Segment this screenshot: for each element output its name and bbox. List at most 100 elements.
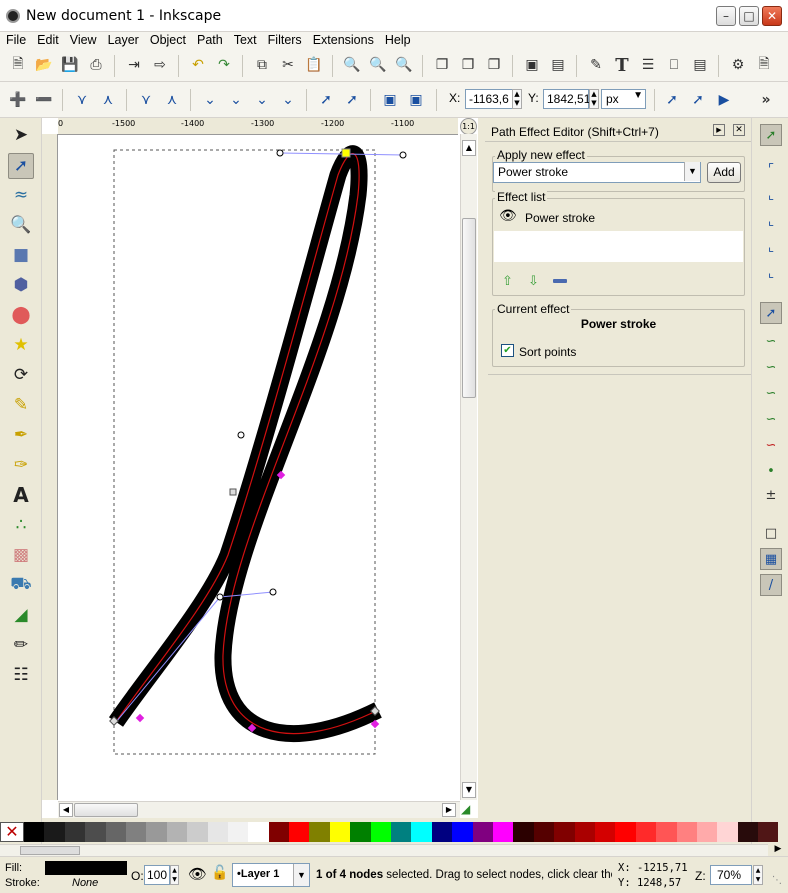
menu-help[interactable]: Help xyxy=(379,32,416,47)
x-coordinate-input[interactable]: -1163,6 xyxy=(465,89,513,109)
cusp-node-icon[interactable]: ⌄ xyxy=(200,90,220,110)
spiral-tool-icon[interactable]: ⟳ xyxy=(8,362,34,388)
add-effect-button[interactable]: Add xyxy=(707,162,741,183)
palette-scrollbar[interactable] xyxy=(0,844,768,856)
menu-object[interactable]: Object xyxy=(144,32,191,47)
color-swatch[interactable] xyxy=(635,822,657,842)
join-segment-icon[interactable]: ⋎ xyxy=(136,90,156,110)
remove-effect-icon[interactable] xyxy=(553,279,567,283)
menu-view[interactable]: View xyxy=(64,32,102,47)
object-to-path-icon[interactable]: ▣ xyxy=(380,90,400,110)
gradient-tool-icon[interactable]: ◢ xyxy=(8,602,34,628)
fill-stroke-icon[interactable]: ✎ xyxy=(586,55,606,75)
align-distribute-icon[interactable]: ▤ xyxy=(690,55,710,75)
open-icon[interactable]: 📂 xyxy=(34,55,54,75)
paint-bucket-tool-icon[interactable]: ⛟ xyxy=(8,572,34,598)
snap-bbox-corner-icon[interactable]: ⌞ xyxy=(760,210,782,232)
color-swatch[interactable] xyxy=(44,822,65,842)
drawing-svg[interactable] xyxy=(58,135,460,801)
snap-rotation-centers-icon[interactable]: ± xyxy=(760,484,782,506)
opacity-input[interactable]: 100 xyxy=(144,865,170,885)
color-swatch[interactable] xyxy=(411,822,432,842)
handle-point[interactable] xyxy=(276,149,284,157)
panel-close-icon[interactable]: ✕ xyxy=(733,124,745,136)
color-swatch[interactable] xyxy=(64,822,86,842)
snap-smooth-nodes-icon[interactable]: ∽ xyxy=(760,408,782,430)
rectangle-tool-icon[interactable]: ■ xyxy=(8,242,34,268)
xml-editor-icon[interactable]: ⎕ xyxy=(664,55,684,75)
scroll-left-arrow-icon[interactable]: ◀ xyxy=(59,803,73,817)
document-properties-icon[interactable]: 🗎 xyxy=(754,55,774,75)
text-tool-icon[interactable]: A xyxy=(8,482,34,508)
color-swatch[interactable] xyxy=(554,822,575,842)
dropper-tool-icon[interactable]: ✏ xyxy=(8,632,34,658)
snap-bbox-center-icon[interactable]: ⌞ xyxy=(760,262,782,284)
make-line-icon[interactable]: ➚ xyxy=(316,90,336,110)
handle-point[interactable] xyxy=(237,431,245,439)
preferences-icon[interactable]: ⚙ xyxy=(728,55,748,75)
new-document-icon[interactable]: 🗎 xyxy=(8,55,28,75)
ungroup-icon[interactable]: ▤ xyxy=(548,55,568,75)
color-swatch[interactable] xyxy=(24,822,45,842)
snap-bbox-icon[interactable]: ⌜ xyxy=(760,158,782,180)
pen-tool-icon[interactable]: ✒ xyxy=(8,422,34,448)
menu-filters[interactable]: Filters xyxy=(262,32,307,47)
eraser-tool-icon[interactable]: ▩ xyxy=(8,542,34,568)
paste-icon[interactable]: 📋 xyxy=(304,55,324,75)
break-path-icon[interactable]: ⋏ xyxy=(98,90,118,110)
color-swatch[interactable] xyxy=(166,822,188,842)
snap-grids-icon[interactable]: ▦ xyxy=(760,548,782,570)
snap-page-border-icon[interactable]: □ xyxy=(760,522,782,544)
color-swatch[interactable] xyxy=(227,822,249,842)
cut-icon[interactable]: ✂ xyxy=(278,55,298,75)
group-icon[interactable]: ▣ xyxy=(522,55,542,75)
menu-edit[interactable]: Edit xyxy=(31,32,64,47)
color-swatch[interactable] xyxy=(594,822,616,842)
power-stroke-shape[interactable] xyxy=(108,145,382,742)
ellipse-tool-icon[interactable]: ⬤ xyxy=(8,302,34,328)
color-swatch[interactable] xyxy=(574,822,595,842)
symmetric-node-icon[interactable]: ⌄ xyxy=(252,90,272,110)
undo-icon[interactable]: ↶ xyxy=(188,55,208,75)
color-swatch[interactable] xyxy=(370,822,392,842)
maximize-button[interactable]: □ xyxy=(739,6,759,26)
color-swatch[interactable] xyxy=(329,822,351,842)
import-icon[interactable]: ⇥ xyxy=(124,55,144,75)
zoom-1-1-button[interactable]: 1:1 xyxy=(460,118,477,135)
menu-layer[interactable]: Layer xyxy=(102,32,144,47)
zoom-tool-icon[interactable]: 🔍 xyxy=(8,212,34,238)
redo-icon[interactable]: ↷ xyxy=(214,55,234,75)
color-swatch[interactable] xyxy=(125,822,147,842)
zoom-page-icon[interactable]: 🔍 xyxy=(394,55,414,75)
move-down-arrow-icon[interactable]: ⇩ xyxy=(528,274,539,289)
resize-grip-icon[interactable]: ⋱ xyxy=(772,875,782,886)
color-swatch[interactable] xyxy=(350,822,371,842)
path-node[interactable] xyxy=(229,488,237,496)
save-icon[interactable]: 💾 xyxy=(60,55,80,75)
color-swatch[interactable] xyxy=(696,822,718,842)
color-swatch[interactable] xyxy=(105,822,126,842)
color-management-icon[interactable]: ◢ xyxy=(461,802,476,817)
handle-point[interactable] xyxy=(269,588,277,596)
minimize-button[interactable]: – xyxy=(716,6,736,26)
color-swatch[interactable] xyxy=(309,822,330,842)
text-font-icon[interactable]: T xyxy=(612,55,632,76)
palette-scroll-thumb[interactable] xyxy=(20,846,80,855)
effect-type-select[interactable]: Power stroke ▼ xyxy=(493,162,701,183)
fill-swatch[interactable] xyxy=(45,861,127,875)
color-swatch[interactable] xyxy=(737,822,759,842)
duplicate-icon[interactable]: ❐ xyxy=(432,55,452,75)
vertical-scrollbar[interactable]: ▲ ▼ xyxy=(460,134,477,800)
smooth-node-icon[interactable]: ⌄ xyxy=(226,90,246,110)
snap-bbox-midpoint-icon[interactable]: ⌞ xyxy=(760,236,782,258)
snap-cusp-nodes-icon[interactable]: ∽ xyxy=(760,382,782,404)
horizontal-scrollbar[interactable]: ◀ ▶ xyxy=(58,801,460,818)
print-icon[interactable]: ⎙ xyxy=(86,55,106,75)
color-swatch[interactable] xyxy=(452,822,473,842)
color-swatch[interactable] xyxy=(656,822,677,842)
list-item[interactable]: 👁 Power stroke xyxy=(494,206,743,231)
color-swatch[interactable] xyxy=(533,822,555,842)
handle-point[interactable] xyxy=(399,151,407,159)
unlink-clone-icon[interactable]: ❐ xyxy=(484,55,504,75)
color-swatch[interactable] xyxy=(758,822,779,842)
